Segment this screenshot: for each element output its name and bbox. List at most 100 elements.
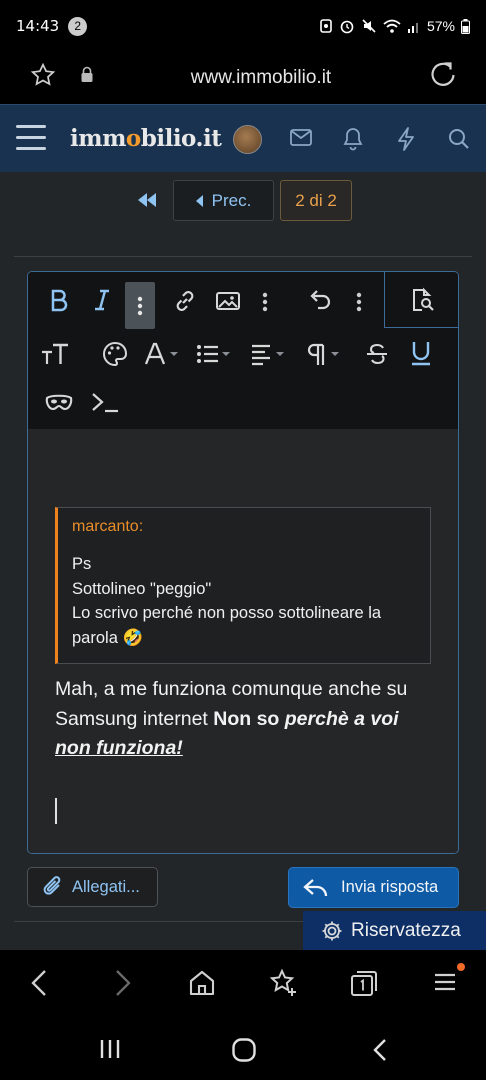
italic-button[interactable]	[90, 286, 114, 314]
quote-line: Ps	[72, 555, 92, 573]
recent-apps-icon[interactable]	[98, 1037, 122, 1066]
menu-icon[interactable]	[432, 968, 458, 1001]
text-color-button[interactable]	[101, 340, 129, 368]
url-text[interactable]: www.immobilio.it	[0, 67, 486, 89]
quote-line: Sottolineo "peggio"	[72, 579, 212, 598]
strikethrough-button[interactable]	[364, 341, 390, 367]
privacy-label: Riservatezza	[351, 920, 461, 941]
strikethrough-icon	[367, 343, 387, 365]
align-left-icon	[252, 344, 284, 366]
browser-bottom-bar	[0, 950, 486, 1020]
preview-icon	[412, 287, 434, 311]
code-button[interactable]	[90, 389, 120, 415]
image-icon	[216, 292, 240, 310]
current-page-label: 2 di 2	[295, 190, 337, 210]
mute-icon	[362, 19, 376, 33]
font-family-dropdown[interactable]	[143, 340, 183, 368]
wifi-icon	[383, 19, 401, 33]
terminal-icon	[92, 393, 118, 413]
insert-image-button[interactable]	[214, 287, 242, 315]
hamburger-menu-icon[interactable]	[16, 125, 46, 151]
signal-icon	[407, 23, 418, 33]
send-reply-button[interactable]: Invia risposta	[288, 867, 459, 908]
vertical-dots-icon	[356, 292, 362, 312]
quote-line: Lo scrivo perché non posso sottolineare …	[72, 604, 382, 622]
current-page-indicator[interactable]: 2 di 2	[280, 180, 352, 221]
reply-icon	[303, 878, 328, 896]
logo-text-end: bilio.it	[140, 125, 222, 152]
editor-toolbar-secondary	[28, 329, 458, 429]
prev-page-button[interactable]: Prec.	[173, 180, 274, 221]
caret-left-icon	[195, 194, 203, 207]
bullet-list-icon	[197, 345, 230, 363]
forward-icon[interactable]	[110, 968, 134, 1003]
browser-url-bar: www.immobilio.it	[0, 52, 486, 104]
insert-link-button[interactable]	[171, 287, 199, 315]
bold-button[interactable]	[46, 286, 72, 314]
quote-block: marcanto: Ps Sottolineo "peggio" Lo scri…	[55, 507, 431, 664]
status-icons: 57%	[319, 18, 470, 34]
quote-line: parola 🤣	[72, 628, 143, 647]
font-icon	[144, 342, 178, 365]
pilcrow-icon	[307, 343, 339, 365]
preview-button[interactable]	[384, 272, 458, 328]
bell-icon[interactable]	[342, 127, 364, 156]
bolt-icon[interactable]	[396, 127, 416, 156]
site-logo[interactable]: immobilio.it	[70, 125, 222, 152]
underline-button[interactable]	[408, 339, 434, 367]
font-size-button[interactable]	[40, 341, 70, 367]
battery-icon	[461, 18, 470, 34]
reply-text: Mah, a me funziona comunque anche su Sam…	[55, 675, 435, 764]
first-page-icon[interactable]	[136, 192, 158, 213]
home-button-icon[interactable]	[231, 1037, 257, 1068]
clock: 14:43	[16, 17, 60, 35]
mask-icon	[45, 394, 73, 411]
pagination: Prec. 2 di 2	[0, 180, 486, 222]
quote-author[interactable]: marcanto:	[72, 518, 416, 536]
palette-icon	[103, 341, 128, 367]
list-dropdown[interactable]	[195, 341, 235, 367]
privacy-settings-button[interactable]: Riservatezza	[303, 911, 486, 951]
more-text-options-button[interactable]	[125, 282, 155, 329]
text-size-icon	[42, 343, 68, 364]
more-options-button[interactable]	[354, 290, 364, 314]
alarm-icon	[340, 20, 354, 34]
reply-bold-italic-text: perchè a voi	[284, 707, 399, 730]
notification-count-badge: 2	[68, 16, 88, 36]
gear-icon	[322, 921, 342, 941]
tabs-icon[interactable]	[349, 968, 379, 1003]
vertical-dots-icon	[137, 296, 143, 315]
system-navigation-bar	[0, 1020, 486, 1080]
attach-files-button[interactable]: Allegati...	[27, 867, 158, 907]
back-icon[interactable]	[28, 968, 52, 1003]
notification-dot	[457, 963, 465, 971]
undo-button[interactable]	[307, 287, 335, 315]
align-dropdown[interactable]	[249, 341, 289, 367]
reply-bold-text: Non so	[213, 707, 285, 730]
reload-icon[interactable]	[428, 60, 458, 95]
battery-percent: 57%	[426, 18, 455, 34]
vertical-dots-icon	[262, 292, 268, 312]
home-icon[interactable]	[188, 968, 216, 1003]
editor-toolbar-primary	[28, 272, 458, 329]
attach-label: Allegati...	[72, 877, 140, 896]
avatar[interactable]	[233, 125, 262, 154]
status-bar: 14:43 2 57%	[0, 0, 486, 52]
undo-icon	[310, 290, 331, 310]
system-back-icon[interactable]	[370, 1037, 392, 1068]
text-cursor	[55, 798, 57, 824]
bookmarks-icon[interactable]	[268, 968, 298, 1003]
search-icon[interactable]	[447, 127, 471, 156]
spoiler-button[interactable]	[44, 390, 74, 414]
link-icon	[176, 291, 194, 311]
reply-editor: marcanto: Ps Sottolineo "peggio" Lo scri…	[27, 271, 459, 854]
paperclip-icon	[43, 876, 61, 895]
lock-screen-icon	[320, 19, 332, 33]
more-insert-options-button[interactable]	[260, 290, 270, 314]
inbox-icon[interactable]	[289, 127, 313, 154]
send-label: Invia risposta	[341, 878, 439, 896]
paragraph-dropdown[interactable]	[304, 341, 344, 367]
editor-content-area[interactable]: marcanto: Ps Sottolineo "peggio" Lo scri…	[28, 429, 458, 853]
underline-icon	[412, 342, 430, 366]
reply-bold-italic-underline-text: non funziona!	[55, 737, 183, 759]
